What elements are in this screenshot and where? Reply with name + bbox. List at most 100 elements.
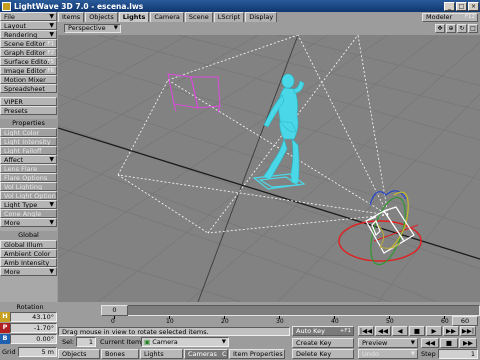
- app-icon: [2, 1, 11, 11]
- lp-light-color-button[interactable]: Light Color: [0, 128, 57, 137]
- lp-image-editor-button[interactable]: Image Editor F6: [0, 66, 57, 75]
- transport2-button-0[interactable]: ◀◀: [421, 338, 439, 348]
- lp-light-falloff-button[interactable]: Light Falloff: [0, 146, 57, 155]
- lp-rendering-button[interactable]: Rendering ▼: [0, 30, 57, 39]
- lp-flare-options-button[interactable]: Flare Options: [0, 173, 57, 182]
- lp-item-label: Rendering: [4, 31, 38, 39]
- lp-item-label: Light Falloff: [4, 147, 42, 155]
- lp-more-button[interactable]: More ▼: [0, 218, 57, 227]
- lp-amb-intensity-button[interactable]: Amb Intensity: [0, 258, 57, 267]
- tab-scene[interactable]: Scene: [184, 12, 213, 22]
- rotation-h-field[interactable]: 43.10°: [10, 312, 57, 322]
- axis-h-key: H: [0, 312, 10, 322]
- tab-lscript[interactable]: LScript: [213, 12, 245, 22]
- transport-button-3[interactable]: ■: [409, 326, 425, 336]
- bones-type-button[interactable]: Bones: [101, 349, 139, 359]
- perspective-viewport[interactable]: [58, 35, 480, 302]
- lp-vol-lighting-button[interactable]: Vol Lighting: [0, 182, 57, 191]
- shortcut-key: F6: [47, 68, 54, 74]
- lp-item-label: Spreadsheet: [4, 85, 45, 93]
- rotate-icon[interactable]: ↻: [457, 24, 467, 33]
- lp-layout-button[interactable]: Layout ▼: [0, 21, 57, 30]
- transport-button-5[interactable]: ▶▶: [443, 326, 459, 336]
- lp-item-label: Cone Angle: [4, 210, 42, 218]
- camera-gizmo: [338, 190, 422, 266]
- lp-file-button[interactable]: File ▼: [0, 12, 57, 21]
- create-key-button[interactable]: Create Key: [292, 338, 354, 348]
- tab-display[interactable]: Display: [245, 12, 278, 22]
- lp-motion-mixer-button[interactable]: Motion Mixer: [0, 75, 57, 84]
- lp-viper-button[interactable]: VIPER: [0, 97, 57, 106]
- lp-surface-editor-button[interactable]: Surface Editor F5: [0, 57, 57, 66]
- rotation-b-field[interactable]: 0.00°: [10, 334, 57, 344]
- step-value[interactable]: 1: [438, 349, 478, 359]
- preview-select[interactable]: Preview ▼: [358, 338, 418, 348]
- lp-ambient-color-button[interactable]: Ambient Color: [0, 249, 57, 258]
- lp-vol-light-options-button[interactable]: Vol Light Options: [0, 191, 57, 200]
- rotation-p-field[interactable]: -1.70°: [10, 323, 57, 333]
- lp-item-label: Light Type: [4, 201, 38, 209]
- light-cone: [117, 35, 389, 234]
- maximize-button[interactable]: □: [456, 1, 467, 11]
- current-item-select[interactable]: ▣ Camera ▼: [141, 337, 229, 347]
- scene-canvas[interactable]: [58, 35, 480, 302]
- viewport-header: Perspective ▼ ✥ ⊕ ↻ □: [58, 22, 480, 35]
- tab-camera[interactable]: Camera: [150, 12, 184, 22]
- lp-more-button[interactable]: More ▼: [0, 267, 57, 276]
- maximize-icon[interactable]: □: [468, 24, 478, 33]
- objects-type-button[interactable]: Objects: [58, 349, 100, 359]
- rotation-b-row: B 0.00°: [0, 334, 57, 344]
- modeler-label: Modeler: [426, 13, 453, 21]
- lp-light-type-button[interactable]: Light Type ▼: [0, 200, 57, 209]
- lp-item-label: Graph Editor: [4, 49, 46, 57]
- lp-item-label: Lens Flare: [4, 165, 38, 173]
- lp-lens-flare-button[interactable]: Lens Flare: [0, 164, 57, 173]
- frame-tick-label: 20: [221, 318, 229, 325]
- lp-item-label: Global Illum: [4, 241, 43, 249]
- chevron-down-icon: ▼: [49, 13, 54, 20]
- view-controls: ✥ ⊕ ↻ □: [434, 24, 478, 33]
- frame-slider-thumb[interactable]: 0: [101, 305, 128, 316]
- lp-item-label: File: [4, 13, 15, 21]
- lp-item-label: Surface Editor: [4, 58, 51, 66]
- modeler-key: F12: [464, 14, 475, 20]
- lp-item-label: More: [4, 268, 21, 276]
- zoom-icon[interactable]: ⊕: [446, 24, 456, 33]
- auto-key-button[interactable]: Auto Key +F1: [292, 326, 354, 336]
- status-bar: Drag mouse in view to rotate selected it…: [58, 327, 290, 336]
- transport-button-2[interactable]: ◀: [392, 326, 408, 336]
- lights-type-button[interactable]: Lights: [140, 349, 183, 359]
- tab-items[interactable]: Items: [58, 12, 85, 22]
- transport2-button-2[interactable]: ▶▶: [459, 338, 477, 348]
- transport2-button-1[interactable]: ■: [440, 338, 458, 348]
- close-button[interactable]: ×: [468, 1, 479, 11]
- transport-button-0[interactable]: |◀◀: [358, 326, 374, 336]
- end-frame-field[interactable]: 60: [452, 316, 478, 326]
- transport-button-1[interactable]: ◀◀: [375, 326, 391, 336]
- frame-slider[interactable]: [104, 305, 480, 316]
- tab-lights[interactable]: Lights: [118, 12, 150, 22]
- lp-spreadsheet-button[interactable]: Spreadsheet: [0, 84, 57, 93]
- minimize-button[interactable]: _: [444, 1, 455, 11]
- move-icon[interactable]: ✥: [435, 24, 445, 33]
- delete-key-button[interactable]: Delete Key: [292, 349, 354, 359]
- lp-global-illum-button[interactable]: Global Illum: [0, 240, 57, 249]
- lp-item-label: Light Intensity: [4, 138, 51, 146]
- lp-graph-editor-button[interactable]: Graph Editor F2: [0, 48, 57, 57]
- lp-presets-button[interactable]: Presets: [0, 106, 57, 115]
- step-label: Step: [421, 350, 436, 358]
- item-properties-button[interactable]: Item Properties: [229, 349, 285, 359]
- lp-scene-editor-button[interactable]: Scene Editor F1: [0, 39, 57, 48]
- grid-value[interactable]: 5 m: [18, 347, 57, 357]
- transport-button-4[interactable]: ▶: [426, 326, 442, 336]
- transport-button-6[interactable]: ▶▶|: [460, 326, 476, 336]
- left-toolbar: File ▼ Layout ▼ Rendering ▼ Scene Editor F1 Grap…: [0, 12, 57, 302]
- view-mode-select[interactable]: Perspective ▼: [64, 24, 121, 33]
- lp-cone-angle-button[interactable]: Cone Angle: [0, 209, 57, 218]
- lp-affect-button[interactable]: Affect ▼: [0, 155, 57, 164]
- undo-button[interactable]: Undo ▼: [358, 349, 418, 359]
- lp-light-intensity-button[interactable]: Light Intensity: [0, 137, 57, 146]
- modeler-button[interactable]: Modeler F12: [422, 13, 478, 22]
- sel-label: Sel:: [62, 338, 75, 346]
- tab-objects[interactable]: Objects: [85, 12, 118, 22]
